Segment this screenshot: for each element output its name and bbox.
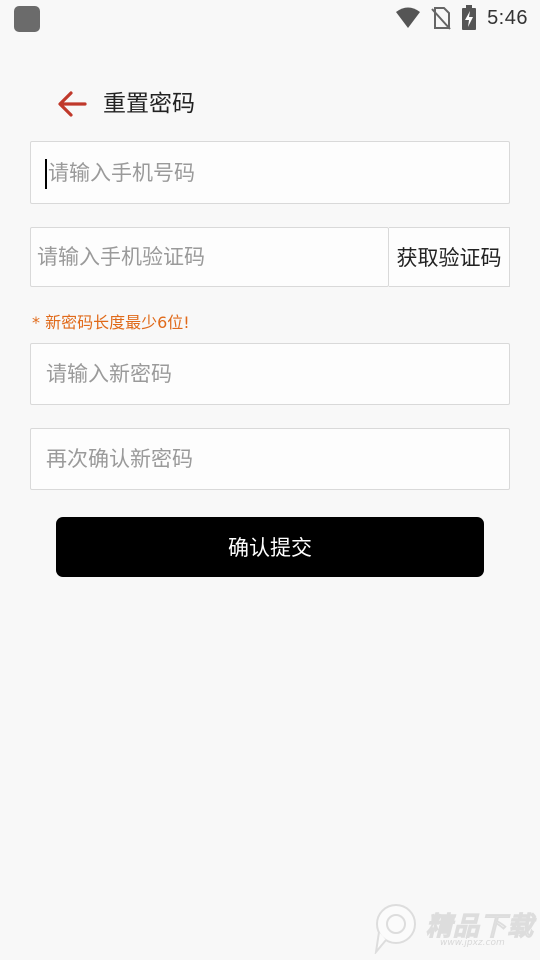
- verification-code-input[interactable]: [31, 228, 388, 286]
- new-password-field[interactable]: [30, 343, 510, 405]
- phone-number-field[interactable]: [30, 141, 510, 204]
- get-code-button[interactable]: 获取验证码: [389, 227, 510, 287]
- confirm-password-input[interactable]: [31, 429, 509, 489]
- app-notification-icon: [14, 6, 40, 32]
- watermark: 精品下载 www.jpxz.com: [370, 900, 536, 956]
- new-password-input[interactable]: [31, 344, 509, 404]
- watermark-logo-icon: [374, 904, 416, 954]
- page-title: 重置密码: [103, 91, 195, 117]
- no-sim-icon: [431, 7, 451, 30]
- status-icons: 5:46: [395, 4, 528, 32]
- battery-charging-icon: [462, 5, 477, 30]
- status-bar: 5:46: [0, 0, 540, 36]
- arrow-left-icon: [58, 91, 87, 117]
- verification-code-field[interactable]: [30, 227, 389, 287]
- submit-button[interactable]: 确认提交: [56, 517, 484, 577]
- password-length-hint: * 新密码长度最少6位!: [32, 313, 190, 332]
- watermark-url: www.jpxz.com: [440, 938, 505, 948]
- wifi-icon: [396, 7, 421, 28]
- confirm-password-field[interactable]: [30, 428, 510, 490]
- text-cursor: [45, 159, 47, 189]
- phone-number-input[interactable]: [31, 142, 509, 203]
- status-clock: 5:46: [487, 6, 528, 29]
- back-button[interactable]: [52, 88, 92, 120]
- header: 重置密码: [0, 80, 540, 128]
